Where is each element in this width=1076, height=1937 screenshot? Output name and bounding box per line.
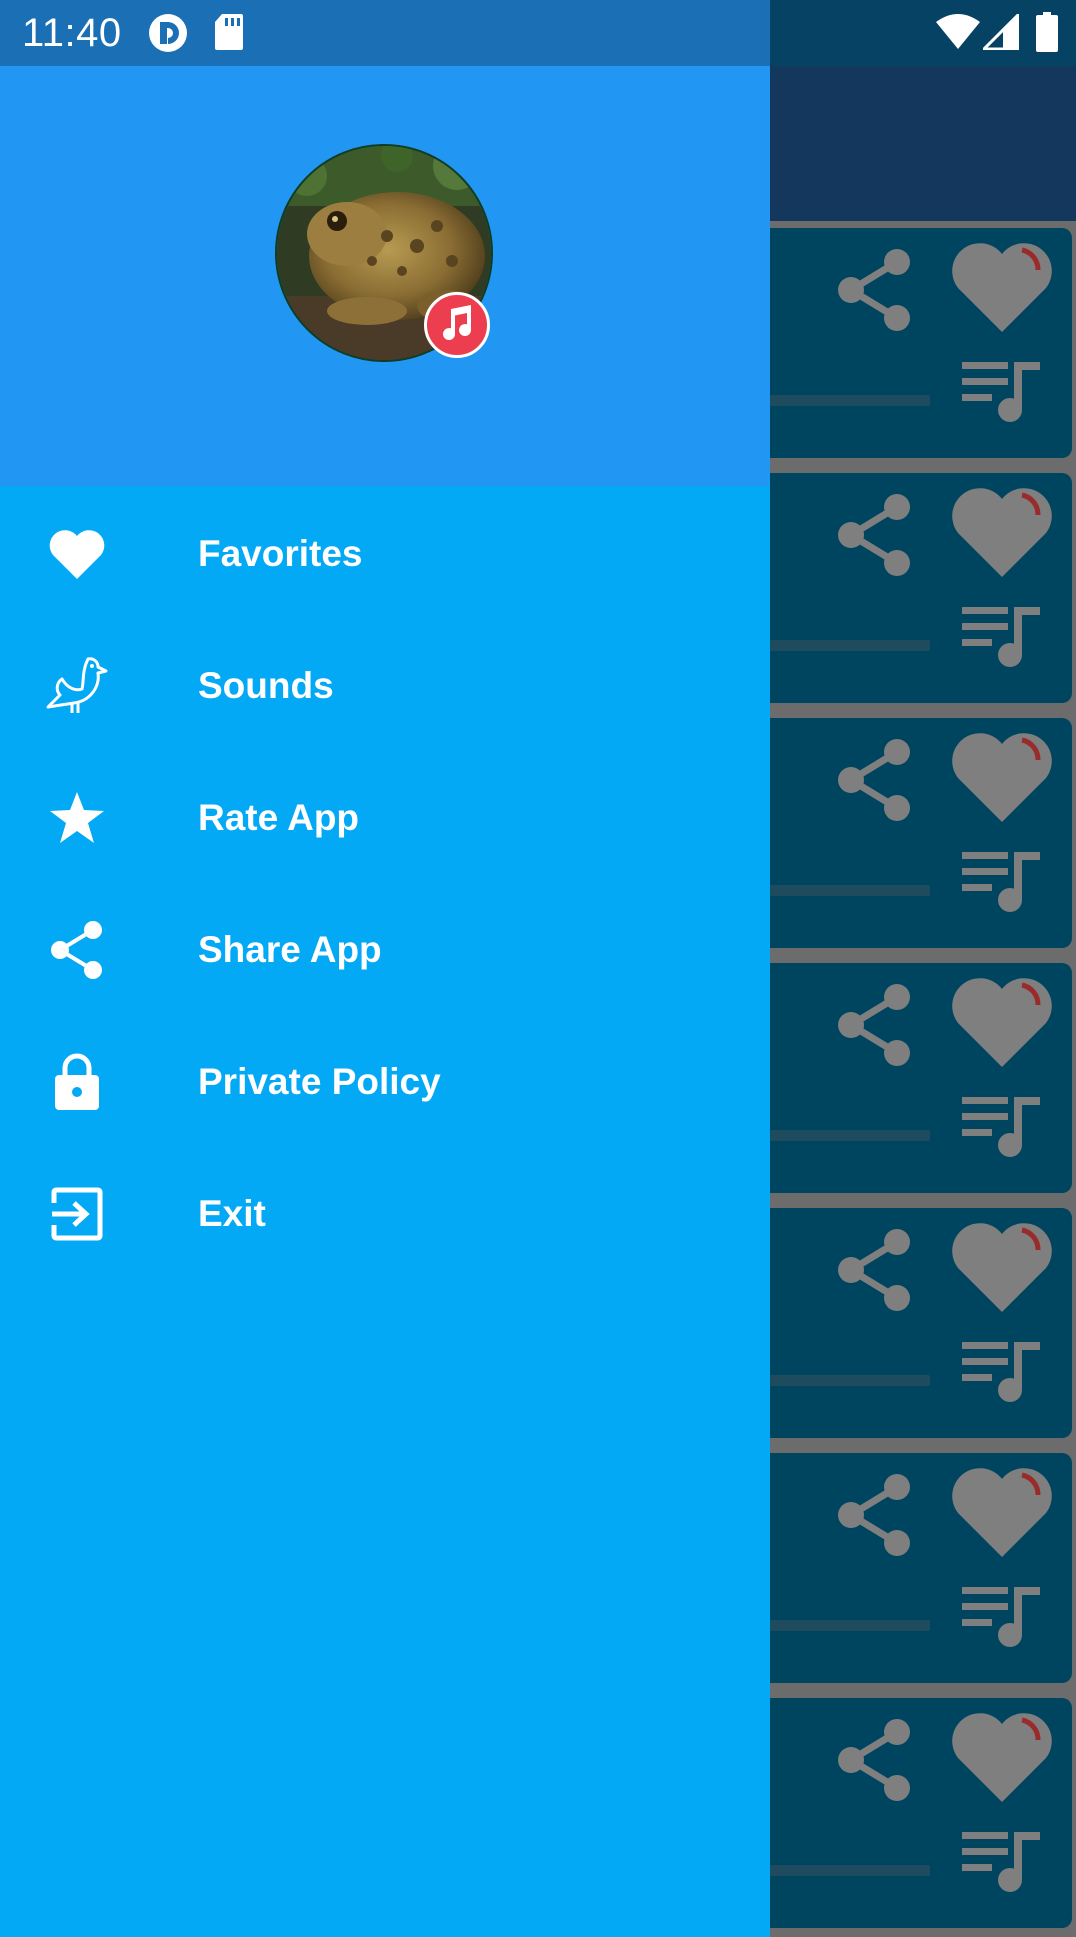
navigation-drawer: Favorites Sounds Rate App Share App Priv… <box>0 66 770 1937</box>
music-note-icon <box>437 303 477 348</box>
wifi-icon <box>936 14 980 55</box>
menu-label-favorites: Favorites <box>198 533 363 574</box>
share-icon <box>838 1474 910 1556</box>
heart-icon <box>952 1713 1052 1802</box>
share-icon <box>838 1719 910 1801</box>
lock-icon <box>44 1049 110 1115</box>
playlist-icon <box>962 852 1040 912</box>
playlist-icon <box>962 1097 1040 1157</box>
status-bar: 11:40 <box>0 0 1076 66</box>
screen: 11:40 Favorites Sounds Rate App Share Ap… <box>0 0 1076 1937</box>
seek-bar <box>760 1130 930 1141</box>
heart-icon <box>952 733 1052 822</box>
heart-icon <box>952 488 1052 577</box>
menu-item-share-app[interactable]: Share App <box>0 884 770 1016</box>
music-badge <box>424 292 490 358</box>
status-time: 11:40 <box>22 11 122 55</box>
drawer-header <box>0 66 770 486</box>
battery-icon <box>1036 12 1058 57</box>
sd-card-icon <box>214 13 244 56</box>
menu-label-rate-app: Rate App <box>198 797 360 838</box>
heart-icon <box>952 1223 1052 1312</box>
playlist-icon <box>962 607 1040 667</box>
seek-bar <box>760 885 930 896</box>
playlist-icon <box>962 1587 1040 1647</box>
pocket-casts-icon <box>148 13 188 58</box>
share-icon <box>838 739 910 821</box>
menu-item-private-policy[interactable]: Private Policy <box>0 1016 770 1148</box>
playlist-icon <box>962 1342 1040 1402</box>
star-icon <box>44 785 110 851</box>
seek-bar <box>760 395 930 406</box>
menu-item-exit[interactable]: Exit <box>0 1148 770 1280</box>
heart-icon <box>952 243 1052 332</box>
heart-icon <box>952 1468 1052 1557</box>
menu-item-sounds[interactable]: Sounds <box>0 620 770 752</box>
menu-label-sounds: Sounds <box>198 665 334 706</box>
cell-signal-icon <box>980 11 1020 55</box>
share-icon <box>838 249 910 331</box>
seek-bar <box>760 1865 930 1876</box>
exit-icon <box>44 1181 110 1247</box>
seek-bar <box>760 1375 930 1386</box>
share-icon <box>838 984 910 1066</box>
menu-label-private-policy: Private Policy <box>198 1061 441 1102</box>
share-icon <box>838 1229 910 1311</box>
bird-icon <box>44 653 110 719</box>
playlist-icon <box>962 362 1040 422</box>
menu-item-rate-app[interactable]: Rate App <box>0 752 770 884</box>
heart-icon <box>952 978 1052 1067</box>
share-icon <box>44 917 110 983</box>
seek-bar <box>760 640 930 651</box>
menu-item-favorites[interactable]: Favorites <box>0 488 770 620</box>
menu-label-exit: Exit <box>198 1193 266 1234</box>
playlist-icon <box>962 1832 1040 1892</box>
menu-label-share-app: Share App <box>198 929 382 970</box>
share-icon <box>838 494 910 576</box>
seek-bar <box>760 1620 930 1631</box>
heart-icon <box>44 521 110 587</box>
